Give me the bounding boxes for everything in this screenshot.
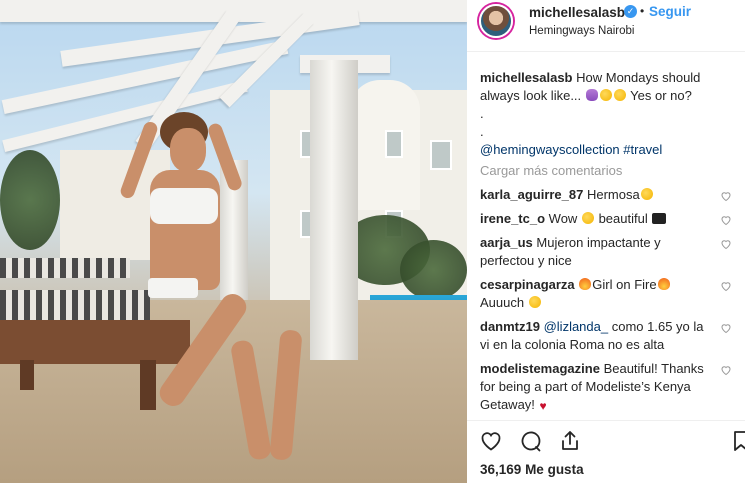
comment-item: modelistemagazine Beautiful! Thanks for … xyxy=(480,360,740,414)
likes-label: Me gusta xyxy=(525,462,584,477)
heart-outline-icon[interactable] xyxy=(720,364,732,376)
comment-bubble-icon[interactable] xyxy=(519,429,543,453)
fire-emoji-icon xyxy=(579,278,592,290)
smiling-face-emoji-icon xyxy=(528,296,541,308)
bench-leg xyxy=(20,360,34,390)
likes-count[interactable]: 36,169 Me gusta xyxy=(480,462,584,477)
post-sidebar: michellesalasb ✓ • Seguir Hemingways Nai… xyxy=(467,0,745,483)
comment-item: karla_aguirre_87 Hermosa xyxy=(480,186,740,204)
comment-text: Auuuch xyxy=(480,295,525,310)
greenery xyxy=(0,150,60,250)
heart-outline-icon[interactable] xyxy=(720,214,732,226)
caption-question: Yes or no? xyxy=(630,88,692,103)
caption-mention-link[interactable]: @hemingwayscollection xyxy=(480,142,620,157)
location-link[interactable]: Hemingways Nairobi xyxy=(529,25,634,37)
heart-eyes-emoji-icon xyxy=(640,188,653,200)
header-username[interactable]: michellesalasb xyxy=(529,5,625,20)
flushed-face-emoji-icon xyxy=(613,89,626,101)
comments-list: karla_aguirre_87 Hermosa irene_tc_o Wow … xyxy=(480,186,740,416)
comment-text: Girl on Fire xyxy=(592,277,657,292)
heart-outline-icon[interactable] xyxy=(720,238,732,250)
building-window xyxy=(385,130,403,158)
post-caption: michellesalasb How Mondays should always… xyxy=(480,69,738,159)
person-emoji-icon xyxy=(585,89,598,101)
heart-outline-icon[interactable] xyxy=(720,322,732,334)
heart-outline-icon[interactable] xyxy=(720,280,732,292)
comment-item: aarja_us Mujeron impactante y perfectou … xyxy=(480,234,740,270)
sos-emoji-icon xyxy=(652,213,667,224)
bikini-top xyxy=(150,188,218,224)
fire-emoji-icon xyxy=(657,278,670,290)
comment-username[interactable]: irene_tc_o xyxy=(480,211,545,226)
building-window xyxy=(430,140,452,170)
post-actions: 36,169 Me gusta xyxy=(467,420,745,483)
post-photo[interactable] xyxy=(0,0,467,483)
comment-text: Wow xyxy=(548,211,578,226)
comment-username[interactable]: danmtz19 xyxy=(480,319,540,334)
bookmark-icon[interactable] xyxy=(729,429,745,453)
sun-lounger xyxy=(0,258,130,278)
comment-username[interactable]: cesarpinagarza xyxy=(480,277,575,292)
smiling-face-emoji-icon xyxy=(599,89,612,101)
caption-dot: . xyxy=(480,106,484,121)
post-header: michellesalasb ✓ • Seguir Hemingways Nai… xyxy=(467,0,745,52)
bikini-bottom xyxy=(148,278,198,298)
follow-button[interactable]: Seguir xyxy=(649,4,691,19)
share-icon[interactable] xyxy=(558,429,582,453)
comment-username[interactable]: modelistemagazine xyxy=(480,361,600,376)
surprised-face-emoji-icon xyxy=(581,212,594,224)
comment-mention-link[interactable]: @lizlanda_ xyxy=(544,319,609,334)
avatar[interactable] xyxy=(479,4,513,38)
pergola-pillar xyxy=(310,60,358,360)
comment-username[interactable]: aarja_us xyxy=(480,235,533,250)
heart-outline-icon[interactable] xyxy=(720,190,732,202)
comment-item: cesarpinagarza Girl on Fire Auuuch xyxy=(480,276,740,312)
header-separator: • xyxy=(640,4,645,18)
wooden-bench xyxy=(0,320,190,364)
caption-dot: . xyxy=(480,124,484,139)
bench-leg xyxy=(140,360,156,410)
sun-lounger xyxy=(0,290,150,320)
greenery xyxy=(400,240,467,300)
comment-item: danmtz19 @lizlanda_ como 1.65 yo la vi e… xyxy=(480,318,740,354)
heart-icon[interactable] xyxy=(479,429,503,453)
load-more-comments-link[interactable]: Cargar más comentarios xyxy=(480,163,622,178)
caption-author[interactable]: michellesalasb xyxy=(480,70,573,85)
comment-item: irene_tc_o Wow beautiful xyxy=(480,210,740,228)
comment-text: Hermosa xyxy=(586,187,640,202)
likes-number: 36,169 xyxy=(480,462,522,477)
comment-text: beautiful xyxy=(598,211,648,226)
comment-username[interactable]: karla_aguirre_87 xyxy=(480,187,583,202)
comments-fade xyxy=(467,408,745,420)
caption-hashtag-link[interactable]: #travel xyxy=(623,142,662,157)
person-face xyxy=(170,128,206,172)
verified-badge-icon: ✓ xyxy=(624,5,637,18)
